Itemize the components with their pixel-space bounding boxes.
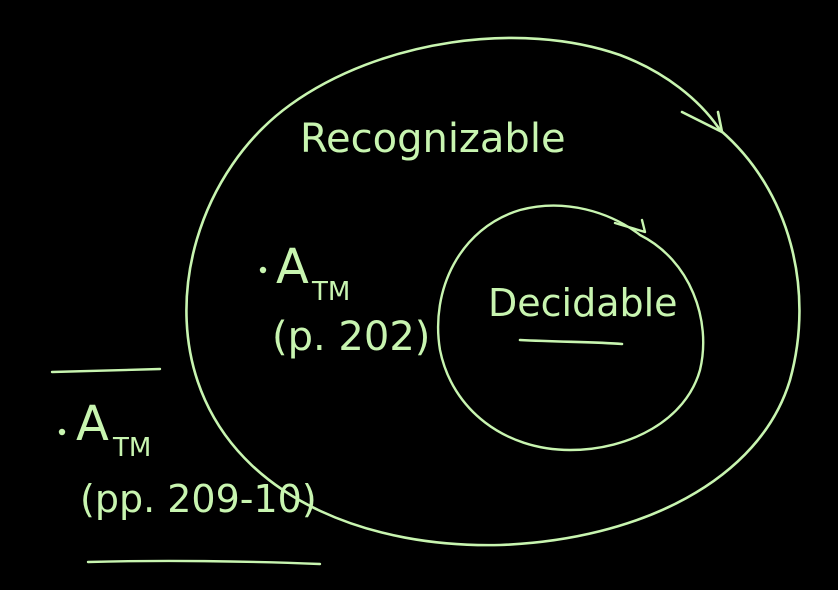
decidable-label: Decidable [488,281,678,325]
outside-item-subscript: TM [112,433,151,463]
blackboard: Recognizable Decidable A TM (p. 202) A T… [0,0,838,590]
inside-item-subscript: TM [311,277,350,307]
outside-item-bullet [58,428,66,436]
venn-diagram: Recognizable Decidable A TM (p. 202) A T… [50,36,801,566]
inside-item-reference: (p. 202) [272,314,430,360]
recognizable-label: Recognizable [300,116,566,162]
outside-item-bottom-rule [86,559,322,566]
outside-item-top-rule [50,367,162,374]
inside-item-letter: A [276,239,309,295]
outside-item-letter: A [76,396,109,452]
recognizable-stroke-tail [680,110,724,134]
inside-item-bullet [259,266,267,274]
decidable-set-boundary [436,204,705,452]
outside-item-reference: (pp. 209-10) [80,477,317,521]
decidable-underline [518,338,624,346]
